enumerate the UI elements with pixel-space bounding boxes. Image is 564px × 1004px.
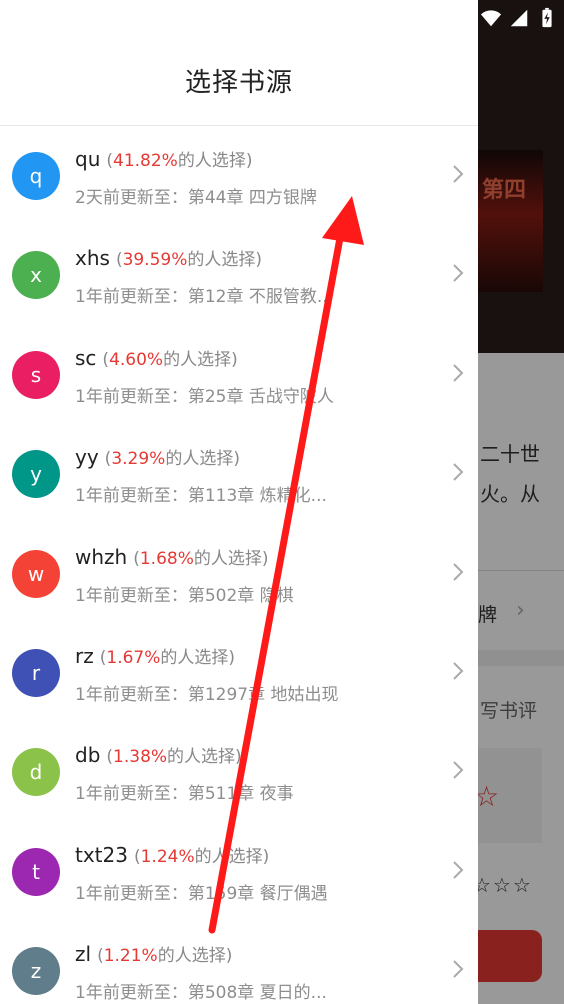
selection-percent: 1.21% [103,946,158,967]
selection-rate: (1.24%的人选择) [134,847,269,867]
source-name: sc [75,345,97,370]
selection-rate: (1.67%的人选择) [100,648,235,668]
source-update-info: 1年前更新至：第508章 夏日的... [75,983,327,1004]
drawer-title: 选择书源 [184,68,293,98]
source-selection-drawer: 选择书源 q qu (41.82%的人选择) 2天前更新至：第44章 四方银牌 x… [0,0,478,1004]
chevron-right-icon [453,264,464,283]
chevron-right-icon [453,960,464,978]
source-name: zl [75,942,92,967]
source-name: qu [75,147,101,171]
signal-icon [510,9,528,27]
selection-percent: 3.29% [111,449,166,470]
source-avatar: t [12,847,60,896]
wifi-icon [480,10,502,27]
paren-open: ( [115,250,123,271]
source-name-line: qu (41.82%的人选择) [75,146,252,171]
chevron-right-icon [453,165,464,183]
paren-open: ( [133,548,140,569]
paren-open: ( [97,946,104,967]
source-item[interactable]: x xhs (39.59%的人选择) 1年前更新至：第12章 不服管教... [0,225,478,324]
source-update-info: 1年前更新至：第511章 夜事 [75,784,294,805]
status-bar [480,6,558,30]
source-update-info: 2天前更新至：第44章 四方银牌 [75,188,317,208]
selection-suffix: 的人选择) [194,846,270,867]
source-update-info: 1年前更新至：第113章 炼精化... [75,486,327,507]
source-item[interactable]: r rz (1.67%的人选择) 1年前更新至：第1297章 地姑出现 [0,623,478,722]
battery-icon [542,7,552,28]
source-item[interactable]: d db (1.38%的人选择) 1年前更新至：第511章 夜事 [0,722,478,821]
selection-rate: (1.38%的人选择) [106,747,241,767]
source-avatar: z [12,947,60,996]
source-update-info: 1年前更新至：第159章 餐厅偶遇 [75,883,328,904]
source-name-line: xhs (39.59%的人选择) [75,245,262,270]
selection-suffix: 的人选择) [163,349,238,370]
source-name-line: zl (1.21%的人选择) [75,941,232,966]
chevron-right-icon [453,662,464,680]
selection-percent: 39.59% [122,250,188,271]
source-avatar: r [12,648,60,697]
source-name: yy [75,445,99,470]
chevron-right-icon [453,364,464,382]
source-name-line: yy (3.29%的人选择) [75,444,240,469]
selection-suffix: 的人选择) [187,250,263,271]
selection-suffix: 的人选择) [177,151,253,171]
source-avatar: d [12,748,60,797]
chevron-right-icon [453,562,464,581]
source-item[interactable]: z zl (1.21%的人选择) 1年前更新至：第508章 夏日的... [0,921,478,1004]
source-name-line: rz (1.67%的人选择) [75,643,235,668]
selection-percent: 1.38% [113,747,168,768]
source-name: db [75,743,101,768]
source-list: q qu (41.82%的人选择) 2天前更新至：第44章 四方银牌 x xhs(… [0,126,478,1004]
source-name: xhs [75,246,110,271]
selection-percent: 1.68% [139,548,194,569]
selection-rate: (1.21%的人选择) [97,946,232,966]
selection-rate: (39.59%的人选择) [116,250,262,270]
selection-percent: 1.67% [106,647,161,668]
source-name-line: db (1.38%的人选择) [75,742,242,767]
source-update-info: 1年前更新至：第25章 舌战守陂人 [75,386,334,407]
source-avatar: s [12,350,60,399]
chevron-right-icon [453,463,464,481]
source-avatar: q [12,152,60,200]
source-avatar: x [12,251,60,300]
source-name: whzh [75,544,128,569]
source-name-line: txt23 (1.24%的人选择) [75,842,269,867]
source-name-line: whzh (1.68%的人选择) [75,544,269,569]
source-name-line: sc (4.60%的人选择) [75,345,238,370]
source-update-info: 1年前更新至：第12章 不服管教... [75,287,334,308]
selection-rate: (1.68%的人选择) [133,549,268,569]
source-update-info: 1年前更新至：第1297章 地姑出现 [75,684,339,705]
source-item[interactable]: s sc (4.60%的人选择) 1年前更新至：第25章 舌战守陂人 [0,325,478,424]
source-update-info: 1年前更新至：第502章 隐棋 [75,585,294,606]
source-item[interactable]: q qu (41.82%的人选择) 2天前更新至：第44章 四方银牌 [0,126,478,225]
paren-open: ( [133,846,141,867]
source-name: txt23 [75,842,128,867]
selection-percent: 4.60% [109,349,164,370]
source-item[interactable]: y yy (3.29%的人选择) 1年前更新至：第113章 炼精化... [0,424,478,523]
selection-suffix: 的人选择) [167,747,242,768]
selection-suffix: 的人选择) [157,946,233,967]
source-avatar: w [12,549,60,598]
chevron-right-icon [453,761,464,780]
selection-rate: (3.29%的人选择) [105,449,240,469]
selection-suffix: 的人选择) [193,548,269,569]
source-avatar: y [12,450,60,499]
selection-percent: 41.82% [113,151,178,171]
selection-rate: (41.82%的人选择) [106,151,252,171]
selection-percent: 1.24% [140,846,195,867]
source-item[interactable]: t txt23 (1.24%的人选择) 1年前更新至：第159章 餐厅偶遇 [0,822,478,921]
source-name: rz [75,643,94,668]
selection-suffix: 的人选择) [165,449,240,470]
chevron-right-icon [453,861,464,879]
selection-suffix: 的人选择) [160,647,236,668]
source-item[interactable]: w whzh (1.68%的人选择) 1年前更新至：第502章 隐棋 [0,524,478,623]
selection-rate: (4.60%的人选择) [102,350,237,370]
